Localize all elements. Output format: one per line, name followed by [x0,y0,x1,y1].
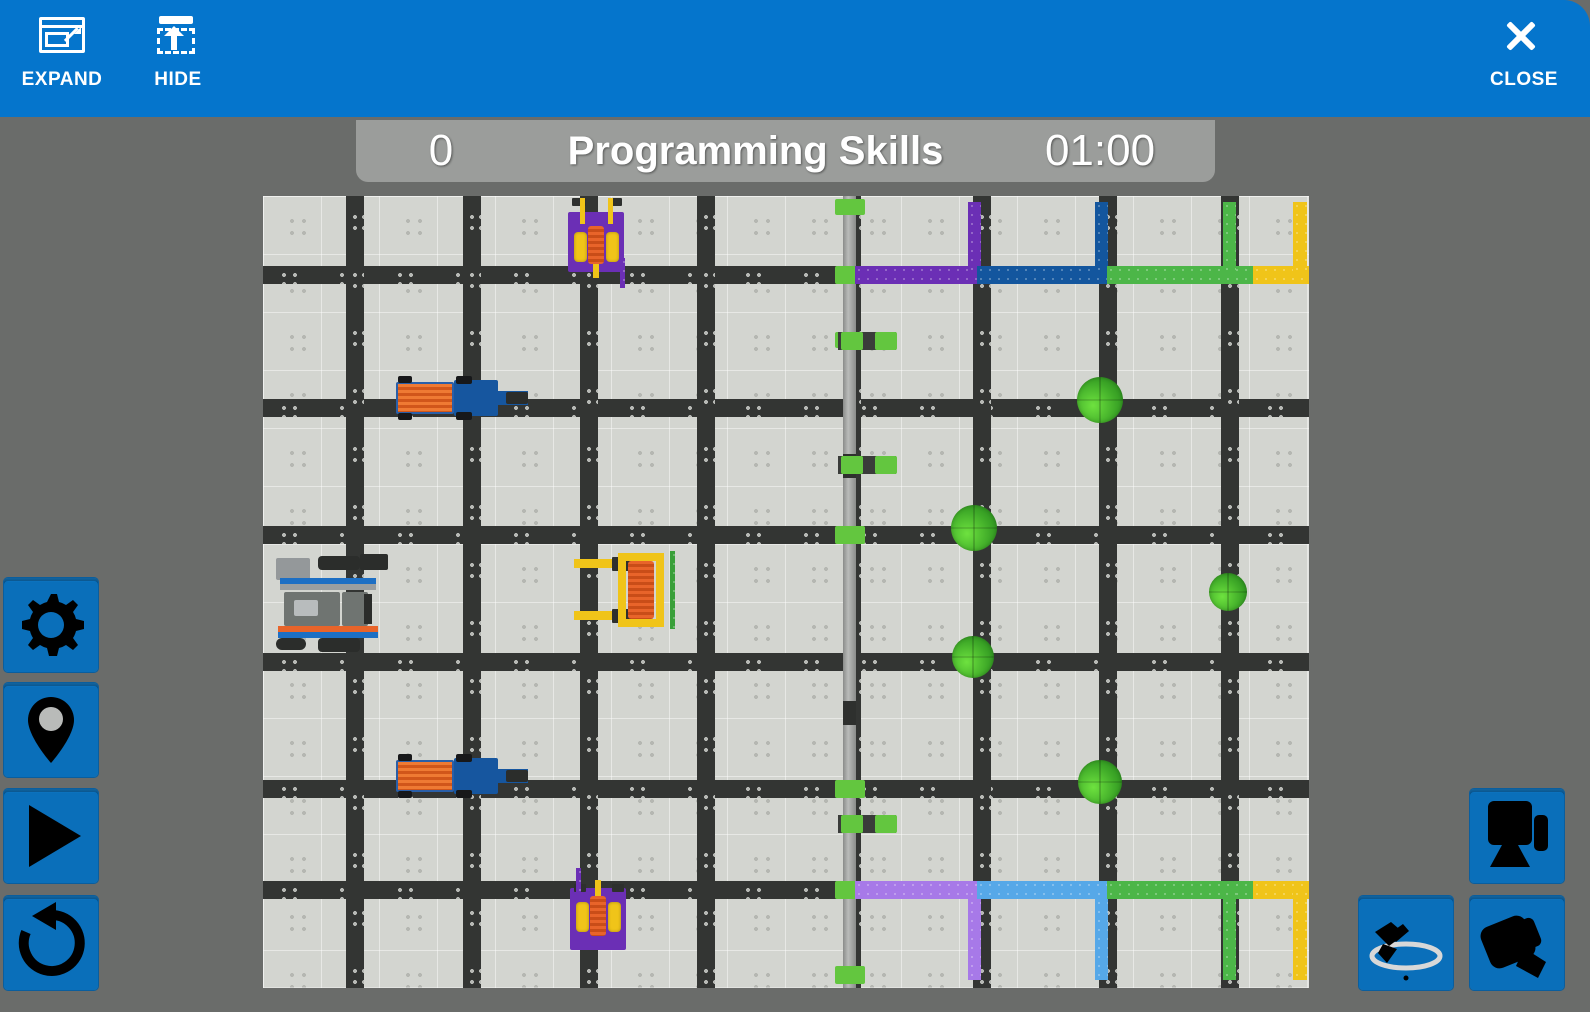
play-button[interactable] [4,789,98,883]
light-blue-wall-bottom-horizontal [977,881,1107,899]
light-purple-wall-bottom-horizontal [855,881,977,899]
map-pin-icon [28,697,74,763]
hide-panel-icon [155,14,201,56]
gate-clip-mid-right [875,456,897,474]
light-purple-wall-bottom-vertical [968,890,981,980]
match-title: Programming Skills [567,128,944,173]
game-ball-5[interactable] [1078,760,1122,804]
purple-wall-top-vertical [968,202,981,272]
purple-wall-top-horizontal [855,266,977,284]
expand-button-label: EXPAND [21,69,103,90]
close-button-label: CLOSE [1490,69,1558,90]
game-ball-2[interactable] [951,505,997,551]
scoreboard: 0 Programming Skills 01:00 [356,120,1215,182]
close-button[interactable]: CLOSE [1476,14,1572,91]
post-clip-1 [835,199,865,215]
goal-bottom-tail [576,868,581,896]
field-beam-v-4 [697,196,715,988]
score-value: 0 [428,126,454,175]
expand-button[interactable]: EXPAND [18,14,106,91]
expand-window-icon [39,14,85,56]
post-clip-5 [835,780,865,798]
green-wall-bottom-vertical [1223,890,1236,980]
hide-button-label: HIDE [154,69,202,90]
camera-angled-view-icon [1480,915,1546,978]
match-timer: 01:00 [1044,126,1156,175]
robot-blue-lower[interactable] [396,754,528,798]
green-wall-top-vertical [1223,202,1236,272]
camera-front-view-button[interactable] [1470,789,1564,883]
play-icon [29,805,81,867]
gate-clip-lower-left [841,815,863,833]
close-x-icon [1501,14,1547,56]
gate-clip-lower-right [875,815,897,833]
robot-blue-upper[interactable] [396,376,528,420]
field-beam-v-2 [463,196,481,988]
location-button[interactable] [4,683,98,777]
goal-structure-bottom[interactable] [570,880,626,950]
hide-button[interactable]: HIDE [134,14,222,91]
goal-structure-top[interactable] [568,198,624,278]
simulation-field[interactable] [263,196,1309,988]
reset-arrow-icon [18,902,85,976]
field-beam-h-3 [263,526,1309,544]
gear-icon [22,594,84,656]
top-toolbar: EXPAND HIDE CLOSE [0,0,1590,117]
game-ball-4[interactable] [952,636,994,678]
camera-angled-view-button[interactable] [1470,896,1564,990]
robot-grey-center[interactable] [274,552,390,652]
camera-front-view-icon [1488,801,1548,867]
game-ball-1[interactable] [1077,377,1123,423]
goal-structure-center[interactable] [574,551,678,633]
game-ball-3[interactable] [1209,573,1247,611]
yellow-wall-bottom-vertical [1293,890,1307,980]
field-beam-h-4 [263,653,1309,671]
field-peg-pattern [263,196,1309,988]
field-beam-v-7 [1099,196,1117,988]
simulator-window: EXPAND HIDE CLOSE 0 Programming Skills 0… [0,0,1590,1012]
settings-button[interactable] [4,578,98,672]
camera-orbit-view-button[interactable] [1359,896,1453,990]
light-blue-wall-bottom-vertical [1095,890,1108,980]
blue-wall-top-horizontal [977,266,1107,284]
center-post-marker-2 [843,701,856,725]
reset-button[interactable] [4,896,98,990]
blue-wall-top-vertical [1095,202,1108,272]
gate-clip-upper-left [841,332,863,350]
gate-clip-upper-right [875,332,897,350]
gate-clip-mid-left [841,456,863,474]
post-clip-4 [835,526,865,544]
field-beam-v-6 [973,196,991,988]
goal-top-tail [620,258,625,288]
camera-orbit-view-icon [1369,922,1443,981]
yellow-wall-top-vertical [1293,202,1307,272]
center-post [843,196,856,988]
post-clip-7 [835,966,865,984]
